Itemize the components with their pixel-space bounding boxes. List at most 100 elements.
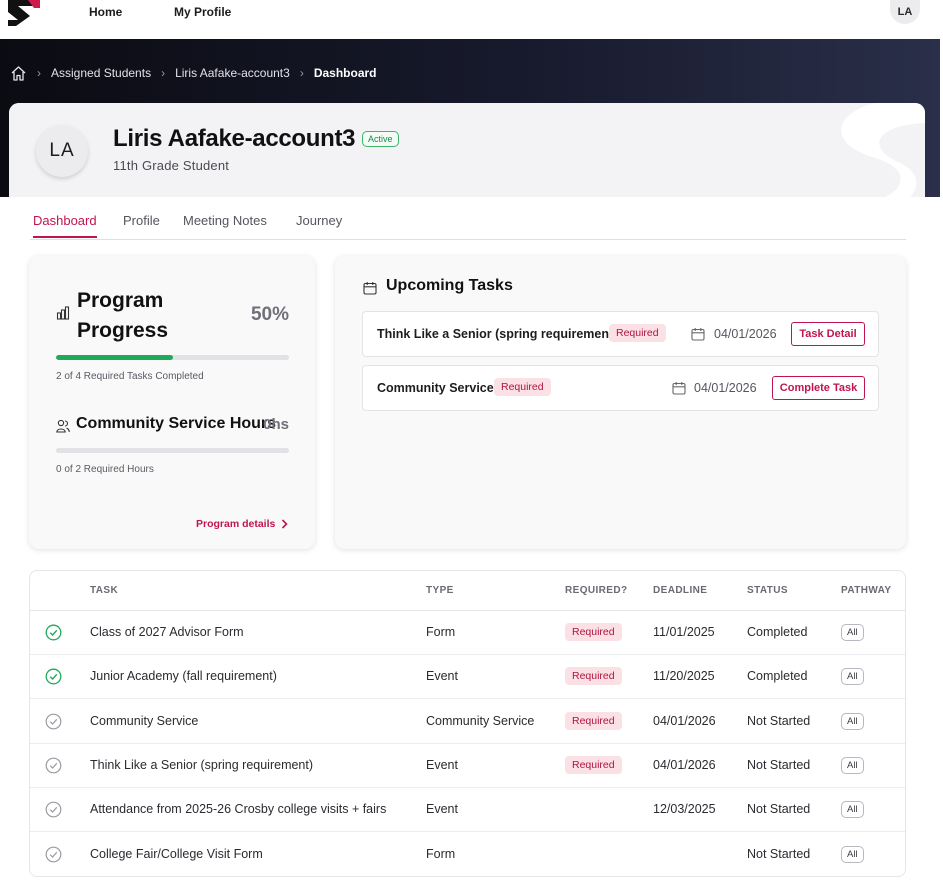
table-row[interactable]: Community Service Community Service Requir…: [30, 700, 905, 744]
people-icon: [56, 419, 70, 433]
task-name-cell[interactable]: Class of 2027 Advisor Form: [90, 625, 244, 639]
deadline-cell: 12/03/2025: [653, 802, 716, 817]
task-type-cell: Event: [426, 802, 458, 817]
task-detail-button[interactable]: Task Detail: [791, 322, 865, 346]
bar-chart-icon: [56, 306, 70, 320]
task-type-cell: Form: [426, 846, 456, 861]
task-name-cell[interactable]: Junior Academy (fall requirement): [90, 669, 277, 683]
program-progress-title: Program Progress: [77, 289, 169, 342]
community-service-hours-caption: 0 of 2 Required Hours: [56, 464, 154, 475]
check-circle-outline-icon[interactable]: [45, 801, 62, 818]
table-row[interactable]: Class of 2027 Advisor Form Form Required 11…: [30, 611, 905, 655]
nav-my-profile-link[interactable]: My Profile: [174, 5, 231, 19]
pathway-pill: All: [841, 624, 864, 641]
upcoming-task-date: 04/01/2026: [714, 327, 777, 341]
task-name-cell[interactable]: College Fair/College Visit Form: [90, 847, 263, 861]
program-details-label: Program details: [196, 518, 276, 530]
calendar-icon: [672, 382, 686, 395]
nav-home-link[interactable]: Home: [89, 5, 122, 19]
column-header-type[interactable]: TYPE: [426, 585, 454, 596]
chevron-right-icon: ›: [37, 66, 41, 80]
check-circle-outline-icon[interactable]: [45, 846, 62, 863]
status-badge: Active: [362, 131, 399, 147]
column-header-status[interactable]: STATUS: [747, 585, 788, 596]
breadcrumb-student[interactable]: Liris Aafake-account3: [175, 66, 290, 80]
breadcrumb-assigned-students[interactable]: Assigned Students: [51, 66, 151, 80]
task-name-cell[interactable]: Attendance from 2025-26 Crosby college v…: [90, 802, 386, 816]
column-header-required[interactable]: REQUIRED?: [565, 585, 628, 596]
chevron-right-icon: ›: [161, 66, 166, 80]
check-circle-icon[interactable]: [45, 668, 62, 685]
tasks-table: TASK TYPE REQUIRED? DEADLINE STATUS PATH…: [29, 570, 906, 877]
student-grade: 11th Grade Student: [113, 158, 230, 173]
table-row[interactable]: College Fair/College Visit Form Form Not S…: [30, 833, 905, 877]
required-badge: Required: [565, 711, 622, 730]
student-header: LA Liris Aafake-account3 Active 11th Gra…: [9, 103, 925, 197]
deadline-cell: 11/20/2025: [653, 669, 715, 684]
required-badge: Required: [494, 378, 551, 396]
table-header: TASK TYPE REQUIRED? DEADLINE STATUS PATH…: [30, 571, 905, 611]
upcoming-task-date: 04/01/2026: [694, 381, 757, 395]
required-badge: Required: [565, 755, 622, 774]
user-avatar[interactable]: LA: [890, 0, 920, 24]
upcoming-tasks-panel: Upcoming Tasks Think Like a Senior (spri…: [335, 256, 906, 549]
community-service-hours-value: 0hs: [263, 416, 289, 433]
table-row[interactable]: Think Like a Senior (spring requirement)…: [30, 744, 905, 788]
decorative-swoosh-icon: [841, 103, 925, 197]
task-name-cell[interactable]: Community Service: [90, 714, 198, 728]
task-type-cell: Community Service: [426, 713, 535, 728]
tab-dashboard[interactable]: Dashboard: [33, 213, 97, 238]
program-progress-panel: Program Progress 50% 2 of 4 Required Tas…: [29, 256, 315, 549]
pathway-pill: All: [841, 801, 864, 819]
upcoming-task-name: Community Service: [377, 381, 494, 395]
required-badge: Required: [565, 623, 622, 641]
column-header-deadline[interactable]: DEADLINE: [653, 585, 707, 596]
column-header-task[interactable]: TASK: [90, 585, 118, 596]
breadcrumb: › Assigned Students › Liris Aafake-accou…: [10, 64, 377, 82]
task-type-cell: Event: [426, 669, 458, 684]
top-navigation: Home My Profile LA: [0, 0, 943, 39]
pathway-pill: All: [841, 845, 864, 863]
table-row[interactable]: Attendance from 2025-26 Crosby college v…: [30, 788, 905, 833]
home-icon[interactable]: [10, 65, 27, 82]
task-name-cell[interactable]: Think Like a Senior (spring requirement): [90, 758, 313, 772]
tab-profile[interactable]: Profile: [123, 213, 160, 236]
pathway-pill: All: [841, 668, 864, 686]
tab-meeting-notes[interactable]: Meeting Notes: [183, 213, 267, 236]
required-badge: Required: [565, 667, 622, 686]
tab-journey[interactable]: Journey: [296, 213, 342, 236]
program-progress-bar-fill: [56, 355, 173, 360]
check-circle-outline-icon[interactable]: [45, 757, 62, 774]
brand-logo-icon[interactable]: [6, 0, 40, 26]
calendar-icon: [691, 328, 705, 341]
student-card: LA Liris Aafake-account3 Active 11th Gra…: [9, 103, 925, 887]
student-avatar: LA: [36, 125, 88, 177]
program-details-link[interactable]: Program details: [196, 518, 289, 530]
pathway-pill: All: [841, 756, 864, 774]
check-circle-outline-icon[interactable]: [45, 713, 62, 730]
check-circle-icon[interactable]: [45, 624, 62, 641]
status-cell: Completed: [747, 625, 808, 639]
deadline-cell: 04/01/2026: [653, 757, 716, 772]
status-cell: Completed: [747, 669, 808, 684]
upcoming-tasks-title: Upcoming Tasks: [386, 277, 513, 294]
community-service-hours-title: Community Service Hours: [76, 415, 277, 432]
program-progress-bar: [56, 355, 289, 360]
program-progress-percent: 50%: [250, 304, 289, 325]
complete-task-button[interactable]: Complete Task: [772, 376, 865, 400]
calendar-icon: [363, 282, 377, 295]
upcoming-task-name: Think Like a Senior (spring requirement): [377, 327, 618, 341]
required-badge: Required: [609, 324, 666, 342]
upcoming-task-card[interactable]: Think Like a Senior (spring requirement)…: [362, 311, 879, 357]
column-header-pathway[interactable]: PATHWAY: [841, 585, 891, 596]
task-type-cell: Event: [426, 757, 458, 772]
status-cell: Not Started: [747, 802, 811, 817]
chevron-right-icon: ›: [299, 66, 304, 80]
student-name: Liris Aafake-account3: [113, 125, 356, 152]
status-cell: Not Started: [747, 757, 811, 772]
table-row[interactable]: Junior Academy (fall requirement) Event Re…: [30, 655, 905, 700]
breadcrumb-current: Dashboard: [313, 66, 377, 80]
upcoming-task-card[interactable]: Community Service Required 04/01/2026 Co…: [362, 365, 879, 411]
pathway-pill: All: [841, 712, 864, 730]
status-cell: Not Started: [747, 713, 811, 728]
